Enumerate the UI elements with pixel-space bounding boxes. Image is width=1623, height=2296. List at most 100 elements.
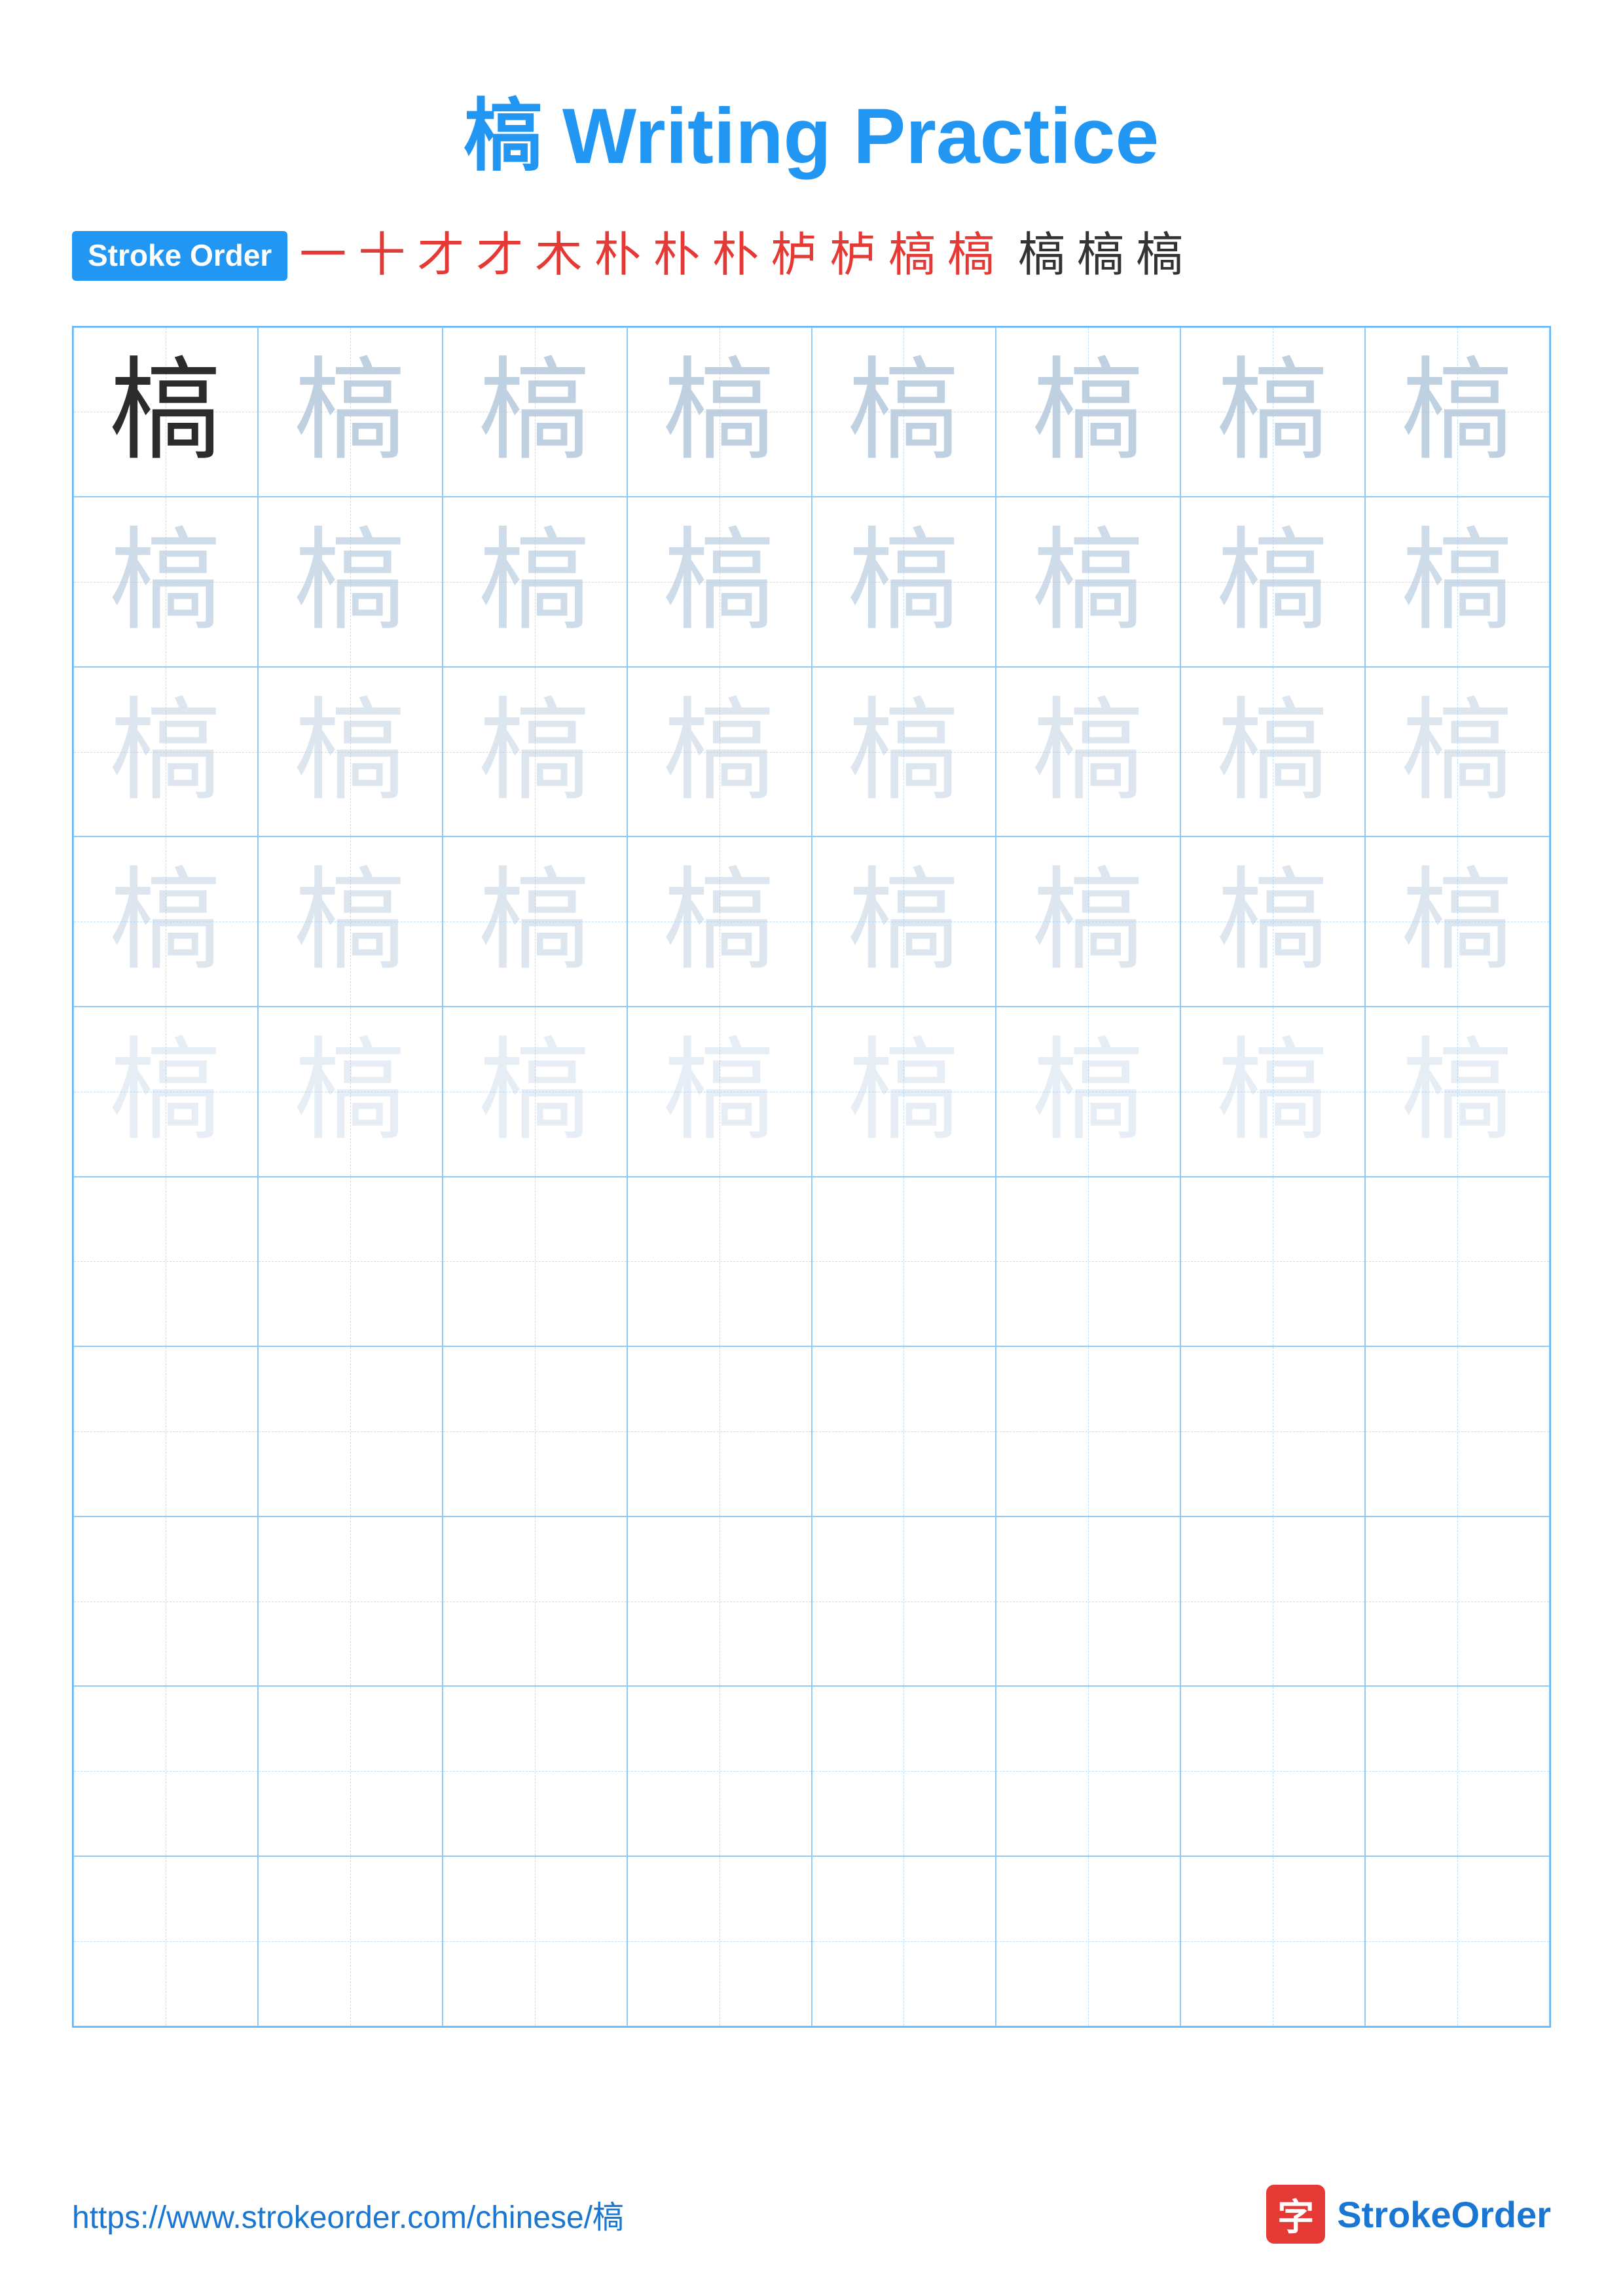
grid-cell-empty[interactable] — [812, 1346, 996, 1516]
grid-section: 槁 槁 槁 槁 槁 槁 槁 槁 槁 槁 槁 槁 槁 槁 槁 槁 槁 槁 槁 槁 … — [0, 326, 1623, 2028]
grid-cell[interactable]: 槁 — [73, 667, 258, 837]
grid-cell-empty[interactable] — [996, 1516, 1180, 1687]
grid-cell-empty[interactable] — [73, 1346, 258, 1516]
grid-cell-empty[interactable] — [443, 1177, 627, 1347]
grid-cell-empty[interactable] — [1180, 1686, 1365, 1856]
grid-cell-empty[interactable] — [1180, 1177, 1365, 1347]
stroke-order-row: Stroke Order 一 十 才 才 木 朴 朴 朴 栌 栌 槁 槁 槁 槁… — [72, 225, 1551, 287]
grid-char: 槁 — [110, 356, 221, 467]
grid-cell[interactable]: 槁 — [1365, 667, 1550, 837]
grid-cell-empty[interactable] — [812, 1856, 996, 2026]
grid-cell[interactable]: 槁 — [812, 327, 996, 497]
grid-cell[interactable]: 槁 — [996, 497, 1180, 667]
grid-cell-empty[interactable] — [258, 1516, 443, 1687]
grid-cell[interactable]: 槁 — [1180, 497, 1365, 667]
grid-cell[interactable]: 槁 — [1180, 1007, 1365, 1177]
stroke-10: 栌 — [830, 225, 877, 287]
grid-cell-empty[interactable] — [627, 1516, 812, 1687]
grid-cell-empty[interactable] — [443, 1686, 627, 1856]
grid-cell[interactable]: 槁 — [627, 667, 812, 837]
grid-cell-empty[interactable] — [1365, 1686, 1550, 1856]
grid-cell-empty[interactable] — [627, 1686, 812, 1856]
grid-cell[interactable]: 槁 — [996, 836, 1180, 1007]
grid-cell-empty[interactable] — [443, 1516, 627, 1687]
grid-cell-empty[interactable] — [812, 1516, 996, 1687]
grid-cell-empty[interactable] — [73, 1177, 258, 1347]
grid-cell[interactable]: 槁 — [258, 667, 443, 837]
grid-cell[interactable]: 槁 — [1365, 327, 1550, 497]
grid-cell-empty[interactable] — [627, 1177, 812, 1347]
footer: https://www.strokeorder.com/chinese/槁 字 … — [0, 2185, 1623, 2244]
grid-cell[interactable]: 槁 — [1180, 327, 1365, 497]
grid-char: 槁 — [1402, 866, 1513, 977]
grid-char: 槁 — [1032, 866, 1144, 977]
grid-cell[interactable]: 槁 — [812, 667, 996, 837]
grid-cell[interactable]: 槁 — [443, 497, 627, 667]
grid-cell[interactable]: 槁 — [443, 1007, 627, 1177]
grid-cell[interactable]: 槁 — [1180, 667, 1365, 837]
grid-cell[interactable]: 槁 — [443, 327, 627, 497]
grid-cell-empty[interactable] — [258, 1856, 443, 2026]
grid-char: 槁 — [1217, 1036, 1328, 1147]
grid-cell[interactable]: 槁 — [996, 1007, 1180, 1177]
grid-char: 槁 — [664, 526, 775, 637]
grid-cell[interactable]: 槁 — [443, 836, 627, 1007]
grid-cell-empty[interactable] — [627, 1856, 812, 2026]
grid-cell[interactable]: 槁 — [258, 836, 443, 1007]
grid-cell-empty[interactable] — [1180, 1516, 1365, 1687]
stroke-order-badge: Stroke Order — [72, 231, 287, 281]
grid-cell[interactable]: 槁 — [996, 327, 1180, 497]
grid-char: 槁 — [110, 696, 221, 808]
grid-cell-empty[interactable] — [996, 1346, 1180, 1516]
grid-cell[interactable]: 槁 — [258, 497, 443, 667]
grid-cell-empty[interactable] — [258, 1346, 443, 1516]
grid-cell[interactable]: 槁 — [996, 667, 1180, 837]
grid-cell[interactable]: 槁 — [1365, 836, 1550, 1007]
grid-char: 槁 — [295, 866, 406, 977]
grid-cell-empty[interactable] — [1180, 1346, 1365, 1516]
grid-cell-empty[interactable] — [73, 1686, 258, 1856]
grid-cell-empty[interactable] — [996, 1856, 1180, 2026]
grid-char: 槁 — [1217, 866, 1328, 977]
grid-cell[interactable]: 槁 — [627, 836, 812, 1007]
grid-cell[interactable]: 槁 — [73, 1007, 258, 1177]
grid-cell[interactable]: 槁 — [627, 327, 812, 497]
grid-cell[interactable]: 槁 — [73, 836, 258, 1007]
grid-cell[interactable]: 槁 — [1180, 836, 1365, 1007]
grid-char: 槁 — [848, 1036, 959, 1147]
grid-cell[interactable]: 槁 — [812, 1007, 996, 1177]
grid-cell-empty[interactable] — [258, 1686, 443, 1856]
grid-cell[interactable]: 槁 — [1365, 497, 1550, 667]
grid-cell-empty[interactable] — [996, 1177, 1180, 1347]
grid-cell-empty[interactable] — [996, 1686, 1180, 1856]
grid-cell-empty[interactable] — [443, 1856, 627, 2026]
grid-char: 槁 — [479, 526, 591, 637]
grid-cell[interactable]: 槁 — [812, 497, 996, 667]
grid-cell[interactable]: 槁 — [258, 327, 443, 497]
grid-cell-empty[interactable] — [258, 1177, 443, 1347]
grid-char: 槁 — [479, 866, 591, 977]
grid-cell-empty[interactable] — [73, 1516, 258, 1687]
grid-cell-empty[interactable] — [1180, 1856, 1365, 2026]
grid-cell-empty[interactable] — [812, 1177, 996, 1347]
grid-cell[interactable]: 槁 — [812, 836, 996, 1007]
title-writing-practice: Writing Practice — [562, 92, 1159, 180]
grid-cell-empty[interactable] — [1365, 1346, 1550, 1516]
grid-cell-empty[interactable] — [1365, 1516, 1550, 1687]
grid-cell[interactable]: 槁 — [258, 1007, 443, 1177]
grid-cell-empty[interactable] — [1365, 1177, 1550, 1347]
grid-cell[interactable]: 槁 — [627, 1007, 812, 1177]
grid-cell[interactable]: 槁 — [443, 667, 627, 837]
grid-cell[interactable]: 槁 — [73, 497, 258, 667]
grid-cell-empty[interactable] — [627, 1346, 812, 1516]
grid-cell-empty[interactable] — [812, 1686, 996, 1856]
grid-cell-empty[interactable] — [1365, 1856, 1550, 2026]
grid-cell[interactable]: 槁 — [1365, 1007, 1550, 1177]
grid-cell[interactable]: 槁 — [627, 497, 812, 667]
grid-char: 槁 — [295, 526, 406, 637]
grid-cell-empty[interactable] — [73, 1856, 258, 2026]
stroke-11: 槁 — [888, 225, 936, 287]
grid-cell-empty[interactable] — [443, 1346, 627, 1516]
grid-cell[interactable]: 槁 — [73, 327, 258, 497]
grid-char: 槁 — [664, 696, 775, 808]
